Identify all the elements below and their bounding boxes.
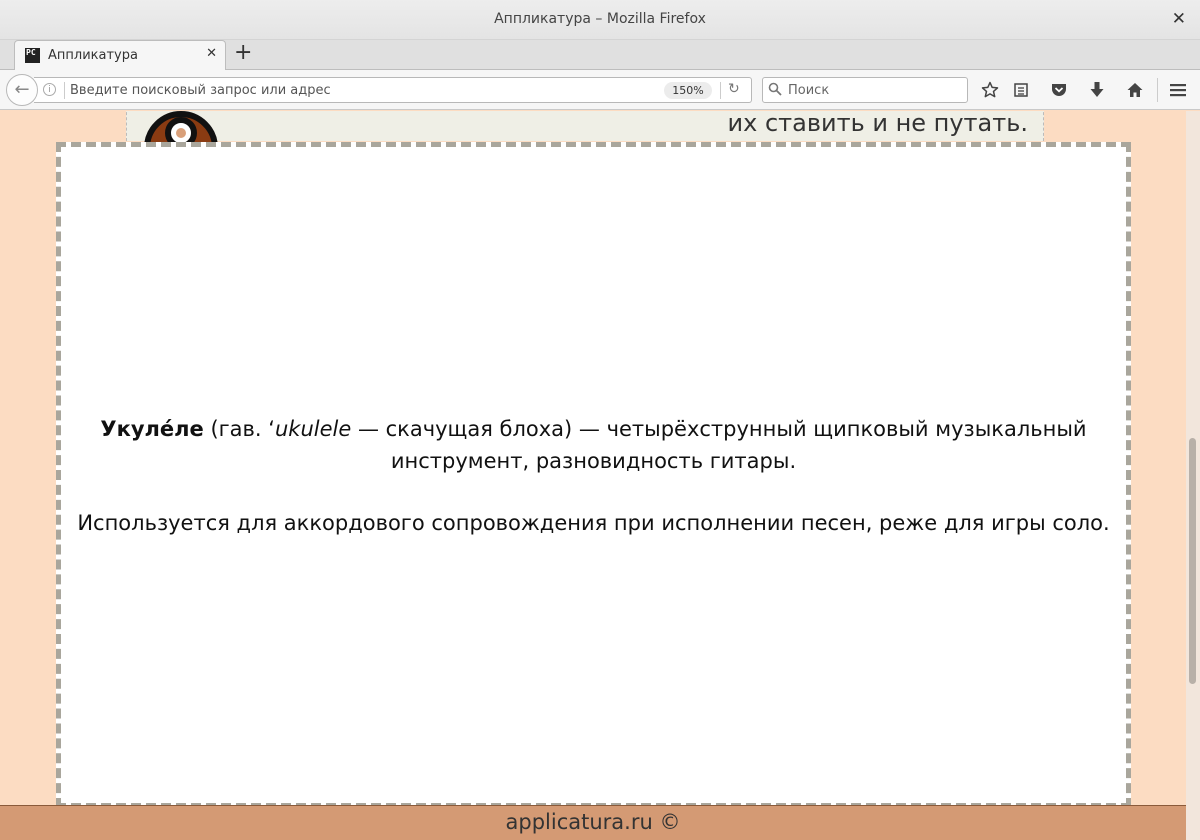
- info-icon[interactable]: i: [43, 83, 56, 96]
- back-button[interactable]: ←: [6, 74, 38, 106]
- url-separator: [720, 82, 721, 99]
- vertical-scrollbar[interactable]: [1186, 111, 1200, 840]
- reading-list-icon[interactable]: [1009, 78, 1033, 102]
- toolbar-separator: [1157, 78, 1158, 102]
- footer-copyright[interactable]: applicatura.ru ©: [0, 810, 1186, 834]
- intro-term: Укуле́ле: [100, 417, 204, 441]
- window-titlebar: Аппликатура – Mozilla Firefox ✕: [0, 0, 1200, 40]
- menu-icon[interactable]: [1166, 78, 1190, 102]
- url-input[interactable]: [68, 80, 658, 100]
- page-viewport[interactable]: их ставить и не путать. Укуле́ле (гав. ʻ…: [0, 111, 1186, 840]
- new-tab-button[interactable]: +: [234, 42, 252, 64]
- bookmark-star-icon[interactable]: [978, 78, 1002, 102]
- favicon-icon: PC: [25, 48, 40, 63]
- page-footer: applicatura.ru ©: [0, 805, 1186, 840]
- intro-origin: ukulele: [274, 417, 352, 441]
- url-bar[interactable]: i 150% ↻: [34, 77, 752, 103]
- window-title: Аппликатура – Mozilla Firefox: [494, 11, 706, 27]
- search-input[interactable]: [786, 80, 961, 100]
- url-separator: [64, 82, 65, 99]
- intro-paragraph: Укуле́ле (гав. ʻukulele — скачущая блоха…: [71, 413, 1116, 477]
- home-icon[interactable]: [1123, 78, 1147, 102]
- back-arrow-icon: ←: [14, 79, 30, 100]
- scrollbar-thumb[interactable]: [1189, 438, 1196, 684]
- usage-paragraph: Используется для аккордового сопровожден…: [77, 511, 1110, 535]
- zoom-level-badge[interactable]: 150%: [664, 82, 712, 99]
- intro-definition: — скачущая блоха) — четырёхструнный щипк…: [351, 417, 1087, 473]
- tab-close-icon[interactable]: ✕: [206, 46, 217, 61]
- search-bar[interactable]: [762, 77, 968, 103]
- banner-text: их ставить и не путать.: [727, 111, 1028, 137]
- top-banner: их ставить и не путать.: [126, 111, 1044, 163]
- content-card: Укуле́ле (гав. ʻukulele — скачущая блоха…: [56, 142, 1131, 808]
- intro-pre-origin: (гав. ʻ: [203, 417, 275, 441]
- tab-applicatura[interactable]: PC Аппликатура ✕: [14, 40, 226, 71]
- pocket-icon[interactable]: [1047, 78, 1071, 102]
- search-icon: [768, 82, 782, 96]
- reload-icon[interactable]: ↻: [728, 81, 740, 97]
- tab-strip: PC Аппликатура ✕ +: [0, 40, 1200, 71]
- navigation-toolbar: i 150% ↻ ←: [0, 70, 1200, 110]
- download-icon[interactable]: [1085, 78, 1109, 102]
- tab-title: Аппликатура: [48, 48, 138, 63]
- close-window-icon[interactable]: ✕: [1172, 9, 1186, 29]
